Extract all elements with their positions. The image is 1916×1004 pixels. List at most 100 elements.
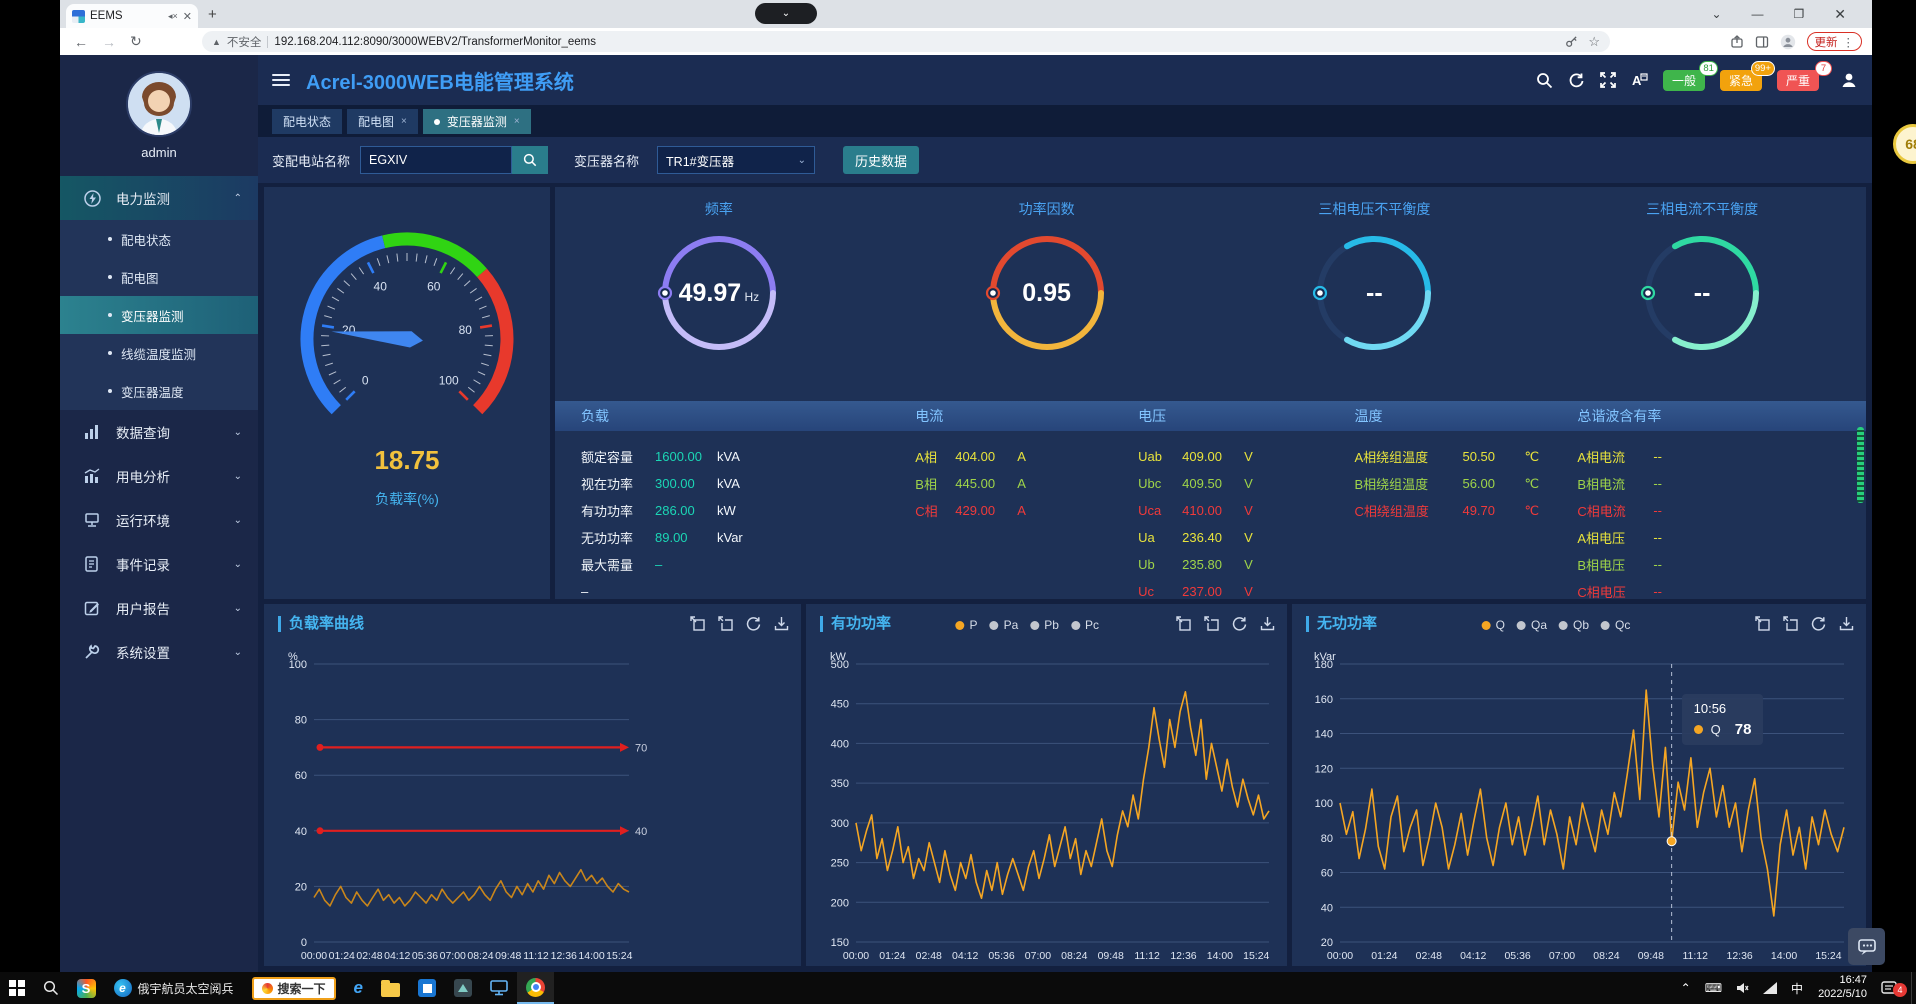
media-controls-pill[interactable]: ⌄ [755,3,817,24]
sidebar-group-2[interactable]: 用电分析⌄ [60,454,258,498]
mini-gauge-value: -- [1538,279,1866,308]
floating-badge[interactable]: 68 [1893,124,1916,164]
folder-icon[interactable] [372,972,409,1004]
sidebar-group-label: 用户报告 [116,598,170,618]
reload-icon[interactable]: ↻ [130,33,142,50]
start-icon[interactable] [0,972,34,1004]
user-avatar[interactable] [126,71,192,137]
blue-app-icon[interactable] [409,972,445,1004]
station-input[interactable]: EGXIV [360,146,512,174]
menu-dots-icon[interactable]: ⋮ [1843,35,1855,49]
legend-item[interactable]: Qb [1559,618,1589,632]
taskbar-clock[interactable]: 16:47 2022/5/10 [1810,974,1875,1002]
s-app-icon[interactable]: S [68,972,105,1004]
legend-item[interactable]: Pc [1071,618,1099,632]
chrome-icon[interactable] [517,972,554,1004]
pen-icon[interactable]: ⌨ [1698,981,1729,995]
zoom-box-icon[interactable] [1755,616,1770,631]
legend-dot-icon [1071,621,1080,630]
back-icon[interactable]: ← [74,34,88,50]
restore-box-icon[interactable] [718,616,733,631]
download-icon[interactable] [1260,616,1275,631]
restore-icon[interactable]: ❐ [1794,7,1805,21]
photos-icon[interactable] [445,972,481,1004]
page-tab-2[interactable]: 变压器监测× [423,109,531,134]
alarm-severe-button[interactable]: 严重 7 [1777,70,1819,91]
legend-item[interactable]: Pb [1030,618,1059,632]
restore-box-icon[interactable] [1204,616,1219,631]
sidebar-group-4[interactable]: 事件记录⌄ [60,542,258,586]
sidebar-item-2[interactable]: 变压器监测 [60,296,258,334]
taskbar-search-icon[interactable] [34,972,68,1004]
alarm-normal-button[interactable]: 一般 81 [1663,70,1705,91]
legend-item[interactable]: Qc [1601,618,1630,632]
notification-icon[interactable]: 4 [1875,980,1911,996]
history-data-button[interactable]: 历史数据 [843,146,919,174]
sidebar-group-5[interactable]: 用户报告⌄ [60,586,258,630]
row-label: 有功功率 [581,501,645,520]
tab-close-icon[interactable]: × [401,116,407,127]
user-icon[interactable] [1840,71,1858,89]
tab-search-icon[interactable]: ⌄ [1711,7,1721,21]
download-icon[interactable] [774,616,789,631]
alarm-urgent-button[interactable]: 紧急 99+ [1720,70,1762,91]
restore-box-icon[interactable] [1783,616,1798,631]
sidebar-group-6[interactable]: 系统设置⌄ [60,630,258,674]
forward-icon[interactable]: → [102,34,116,50]
row-label: C相电压 [1577,582,1643,601]
address-bar[interactable]: ▲ 不安全 192.168.204.112:8090/3000WEBV2/Tra… [202,31,1610,52]
mini-gauge-0: 频率49.97 Hz [555,187,883,399]
tray-chevron-icon[interactable]: ⌃ [1674,981,1698,995]
sidebar-item-0[interactable]: 配电状态 [60,220,258,258]
minimize-icon[interactable]: — [1752,7,1764,21]
tab-close-icon[interactable]: ✕ [183,10,192,23]
news-widget[interactable]: e 俄宇航员太空阅兵 [105,972,243,1004]
refresh-icon[interactable] [746,616,761,631]
legend-item[interactable]: Pa [990,618,1019,632]
sidebar-item-3[interactable]: 线缆温度监测 [60,334,258,372]
scrollbar-thumb[interactable] [1857,427,1864,503]
close-icon[interactable]: ✕ [1834,6,1846,23]
zoom-box-icon[interactable] [1176,616,1191,631]
sidebar-group-1[interactable]: 数据查询⌄ [60,410,258,454]
fullscreen-icon[interactable] [1600,72,1616,88]
column-header-label: 电流 [915,408,943,424]
key-icon[interactable] [1565,35,1578,48]
show-desktop-button[interactable] [1911,972,1916,1004]
share-icon[interactable] [1730,35,1744,49]
legend-item[interactable]: Qa [1517,618,1547,632]
ie-icon[interactable]: e [345,972,372,1004]
sidebar-group-0[interactable]: 电力监测⌃ [60,176,258,220]
station-search-button[interactable] [512,146,548,174]
page-tab-0[interactable]: 配电状态 [272,109,342,134]
legend-item[interactable]: P [956,618,978,632]
refresh-icon[interactable] [1811,616,1826,631]
side-panel-icon[interactable] [1755,35,1769,49]
page-tab-1[interactable]: 配电图× [347,109,418,134]
legend-item[interactable]: Q [1482,618,1505,632]
zoom-box-icon[interactable] [690,616,705,631]
tab-close-icon[interactable]: × [514,116,520,127]
transformer-select[interactable]: TR1#变压器 ⌄ [657,146,815,174]
sidebar-item-1[interactable]: 配电图 [60,258,258,296]
taskbar-search-box[interactable]: 搜索一下 [243,972,345,1004]
new-tab-button[interactable]: + [208,6,217,23]
volume-icon[interactable] [1729,982,1756,994]
refresh-icon[interactable] [1232,616,1247,631]
update-button[interactable]: 更新 ⋮ [1807,32,1863,51]
hamburger-icon[interactable] [272,74,290,86]
sidebar-item-4[interactable]: 变压器温度 [60,372,258,410]
download-icon[interactable] [1839,616,1854,631]
search-icon[interactable] [1536,72,1553,89]
browser-tab[interactable]: EEMS ◂× ✕ [66,4,198,28]
bookmark-star-icon[interactable]: ☆ [1588,34,1600,50]
monitor-app-icon[interactable] [481,972,517,1004]
ime-indicator[interactable]: 中 [1784,980,1810,997]
chat-button[interactable] [1848,928,1885,965]
font-icon[interactable]: A [1631,72,1648,88]
sidebar-group-3[interactable]: 运行环境⌄ [60,498,258,542]
tab-mute-icon[interactable]: ◂× [168,11,178,22]
refresh-icon[interactable] [1568,72,1585,89]
network-icon[interactable] [1756,982,1784,994]
profile-icon[interactable] [1780,34,1796,50]
